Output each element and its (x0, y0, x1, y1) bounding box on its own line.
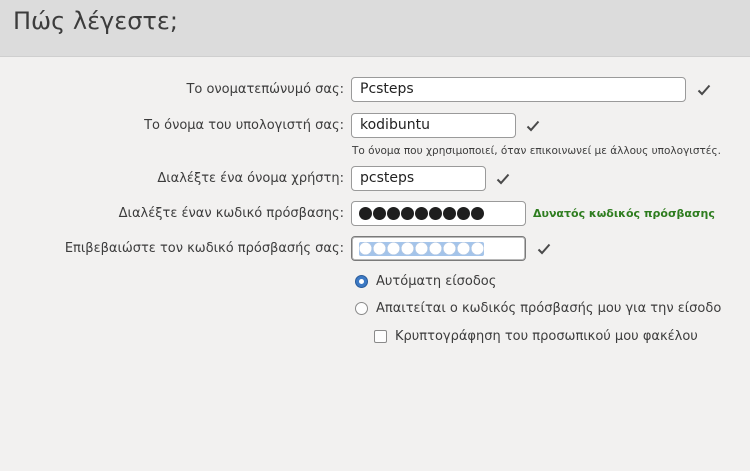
password-label: Διαλέξτε έναν κωδικό πρόσβασης: (118, 206, 344, 221)
password-dot (443, 242, 456, 255)
password-dot (359, 207, 372, 220)
password-dot (387, 207, 400, 220)
page-header: Πώς λέγεστε; (0, 0, 750, 57)
password-dot (415, 207, 428, 220)
password-dot (457, 242, 470, 255)
password-strength-label: Δυνατός κωδικός πρόσβασης (533, 207, 715, 220)
checkmark-icon (537, 243, 551, 255)
username-input[interactable]: pcsteps (351, 166, 486, 191)
confirm-password-input[interactable] (351, 236, 526, 261)
computer-name-hint: Το όνομα που χρησιμοποιεί, όταν επικοινω… (352, 145, 721, 157)
auto-login-radio[interactable] (355, 274, 368, 288)
auto-login-label: Αυτόματη είσοδος (376, 273, 497, 289)
password-dot (471, 242, 484, 255)
password-dot (471, 207, 484, 220)
fullname-input[interactable]: Pcsteps (351, 77, 686, 102)
password-dot (387, 242, 400, 255)
require-password-label: Απαιτείται ο κωδικός πρόσβασής μου για τ… (376, 300, 722, 316)
password-dot (429, 207, 442, 220)
password-dot (359, 242, 372, 255)
auto-login-option[interactable]: Αυτόματη είσοδος (355, 272, 496, 290)
password-dot (443, 207, 456, 220)
checkmark-icon (496, 173, 510, 185)
require-password-option[interactable]: Απαιτείται ο κωδικός πρόσβασής μου για τ… (355, 299, 721, 317)
password-mask (359, 207, 484, 221)
computer-name-label: Το όνομα του υπολογιστή σας: (144, 118, 344, 133)
checkmark-icon (526, 120, 540, 132)
password-dot (429, 242, 442, 255)
computer-name-input[interactable]: kodibuntu (351, 113, 516, 138)
encrypt-home-label: Κρυπτογράφηση του προσωπικού μου φακέλου (395, 328, 698, 344)
fullname-label: Το ονοματεπώνυμό σας: (186, 82, 344, 97)
password-input[interactable] (351, 201, 526, 226)
password-dot (373, 207, 386, 220)
username-label: Διαλέξτε ένα όνομα χρήστη: (157, 171, 344, 186)
require-password-radio[interactable] (355, 301, 368, 315)
encrypt-home-option[interactable]: Κρυπτογράφηση του προσωπικού μου φακέλου (374, 327, 698, 345)
confirm-password-label: Επιβεβαιώστε τον κωδικό πρόσβασής σας: (64, 241, 344, 256)
password-dot (401, 242, 414, 255)
password-dot (401, 207, 414, 220)
confirm-password-mask (359, 242, 484, 256)
encrypt-home-checkbox[interactable] (374, 329, 387, 343)
checkmark-icon (697, 84, 711, 96)
password-dot (415, 242, 428, 255)
password-dot (457, 207, 470, 220)
page-title: Πώς λέγεστε; (13, 7, 178, 35)
password-dot (373, 242, 386, 255)
